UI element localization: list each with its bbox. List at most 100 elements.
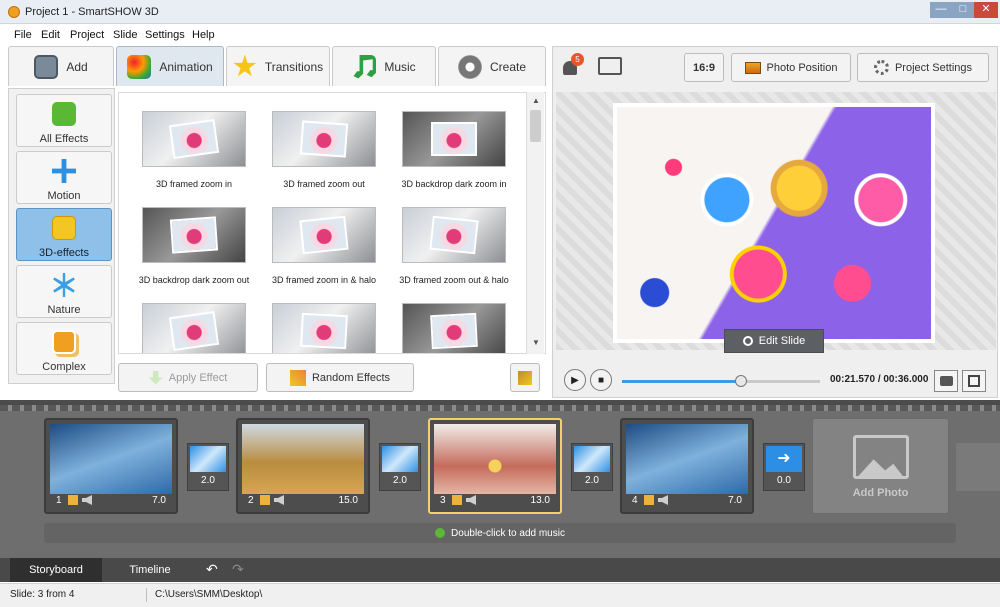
category-nature[interactable]: Nature	[16, 265, 112, 318]
transition-thumbnail[interactable]: ➜ 0.0	[763, 443, 805, 491]
brush-icon	[518, 370, 532, 385]
slide-number: 2	[248, 495, 254, 506]
slide-number: 3	[440, 495, 446, 506]
menu-edit[interactable]: Edit	[41, 29, 60, 41]
transition-image	[190, 446, 226, 472]
main-tabs: Add Animation Transitions Music Create	[8, 46, 548, 86]
slide-thumbnail[interactable]: 2 15.0	[236, 418, 370, 514]
pencil-icon[interactable]	[452, 495, 462, 505]
playback-progress	[622, 380, 741, 383]
undo-icon[interactable]: ↶	[206, 561, 218, 578]
fullscreen-button[interactable]	[962, 370, 986, 392]
tab-music[interactable]: Music	[332, 46, 436, 86]
menu-project[interactable]: Project	[70, 29, 104, 41]
slideshow-icon[interactable]	[598, 57, 622, 75]
button-label: 16:9	[692, 61, 716, 74]
project-settings-button[interactable]: Project Settings	[857, 53, 989, 82]
pencil-icon[interactable]	[260, 495, 270, 505]
tab-transitions[interactable]: Transitions	[226, 46, 330, 86]
pencil-icon[interactable]	[68, 495, 78, 505]
random-effects-button[interactable]: Random Effects	[266, 363, 414, 392]
playback-slider[interactable]	[622, 375, 820, 387]
edit-slide-button[interactable]: Edit Slide	[724, 329, 824, 353]
slide-image	[50, 424, 172, 494]
effect-item[interactable]: 3D framed zoom in & halo	[259, 207, 389, 285]
slide-image	[434, 424, 556, 494]
puzzle-icon	[52, 102, 76, 126]
speaker-icon[interactable]	[658, 495, 668, 505]
effect-item[interactable]	[389, 303, 519, 353]
slide-thumbnail[interactable]: 1 7.0	[44, 418, 178, 514]
category-motion[interactable]: Motion	[16, 151, 112, 204]
snapshot-button[interactable]	[934, 370, 958, 392]
download-arrow-icon	[148, 370, 163, 385]
tab-timeline[interactable]: Timeline	[104, 558, 196, 582]
tab-add[interactable]: Add	[8, 46, 114, 86]
effect-thumbnail	[142, 207, 246, 263]
playback-time: 00:21.570 / 00:36.000	[830, 374, 929, 385]
slide-thumbnail-selected[interactable]: 3 13.0	[428, 418, 562, 514]
play-button[interactable]: ▶	[564, 369, 586, 391]
tab-storyboard[interactable]: Storyboard	[10, 558, 102, 582]
photo-icon	[744, 61, 761, 74]
brush-button[interactable]	[510, 363, 540, 392]
title-bar: Project 1 - SmartSHOW 3D — □ ✕	[0, 0, 1000, 24]
category-3d-effects[interactable]: 3D-effects	[16, 208, 112, 261]
minimize-icon[interactable]: —	[930, 2, 952, 18]
tab-label: Music	[384, 59, 416, 74]
effect-item[interactable]: 3D framed zoom out & halo	[389, 207, 519, 285]
effect-item[interactable]: 3D framed zoom out	[259, 111, 389, 189]
snowflake-icon	[53, 273, 75, 297]
slide-duration: 13.0	[530, 495, 550, 506]
speaker-icon[interactable]	[274, 495, 284, 505]
close-icon[interactable]: ✕	[974, 2, 998, 18]
notifications-button[interactable]: 5	[561, 53, 584, 79]
effect-thumbnail	[272, 303, 376, 353]
effects-scrollbar[interactable]: ▲ ▼	[526, 92, 544, 354]
photo-position-button[interactable]: Photo Position	[731, 53, 851, 82]
effect-item[interactable]: 3D framed zoom in	[129, 111, 259, 189]
effect-thumbnail	[142, 303, 246, 353]
music-track[interactable]: Double-click to add music	[44, 523, 956, 543]
tab-animation[interactable]: Animation	[116, 46, 224, 86]
stop-button[interactable]: ■	[590, 369, 612, 391]
apply-effect-button[interactable]: Apply Effect	[118, 363, 258, 392]
effect-item[interactable]: 3D backdrop dark zoom in	[389, 111, 519, 189]
add-photo-button[interactable]: Add Photo	[812, 418, 949, 514]
category-complex[interactable]: Complex	[16, 322, 112, 375]
menu-help[interactable]: Help	[192, 29, 215, 41]
scrollbar-thumb[interactable]	[530, 110, 541, 142]
slide-thumbnail[interactable]: 4 7.0	[620, 418, 754, 514]
menu-file[interactable]: File	[14, 29, 32, 41]
transition-image	[574, 446, 610, 472]
photo-add-icon	[34, 54, 59, 79]
maximize-icon[interactable]: □	[952, 2, 974, 18]
transition-thumbnail[interactable]: 2.0	[187, 443, 229, 491]
menu-slide[interactable]: Slide	[113, 29, 137, 41]
category-all-effects[interactable]: All Effects	[16, 94, 112, 147]
effect-label: 3D framed zoom in	[155, 179, 233, 189]
effect-item[interactable]: 3D backdrop dark zoom out	[129, 207, 259, 285]
music-hint: Double-click to add music	[451, 527, 565, 539]
speaker-icon[interactable]	[82, 495, 92, 505]
tab-label: Create	[489, 59, 527, 74]
effect-item[interactable]	[129, 303, 259, 353]
scroll-up-icon[interactable]: ▲	[532, 96, 540, 105]
tab-label: Timeline	[129, 564, 171, 576]
notification-badge: 5	[571, 53, 584, 66]
category-panel: All Effects Motion 3D-effects Nature Com…	[8, 88, 115, 384]
status-slide: Slide: 3 from 4	[10, 589, 75, 600]
speaker-icon[interactable]	[466, 495, 476, 505]
menu-settings[interactable]: Settings	[145, 29, 185, 41]
redo-icon[interactable]: ↷	[232, 561, 244, 578]
effect-item[interactable]	[259, 303, 389, 353]
button-label: Project Settings	[894, 61, 973, 74]
transition-thumbnail[interactable]: 2.0	[379, 443, 421, 491]
transition-thumbnail[interactable]: 2.0	[571, 443, 613, 491]
playback-knob[interactable]	[734, 375, 747, 387]
pencil-icon[interactable]	[644, 495, 654, 505]
aspect-ratio-button[interactable]: 16:9	[684, 53, 724, 82]
tab-create[interactable]: Create	[438, 46, 546, 86]
category-label: Motion	[47, 190, 81, 202]
scroll-down-icon[interactable]: ▼	[532, 338, 540, 347]
